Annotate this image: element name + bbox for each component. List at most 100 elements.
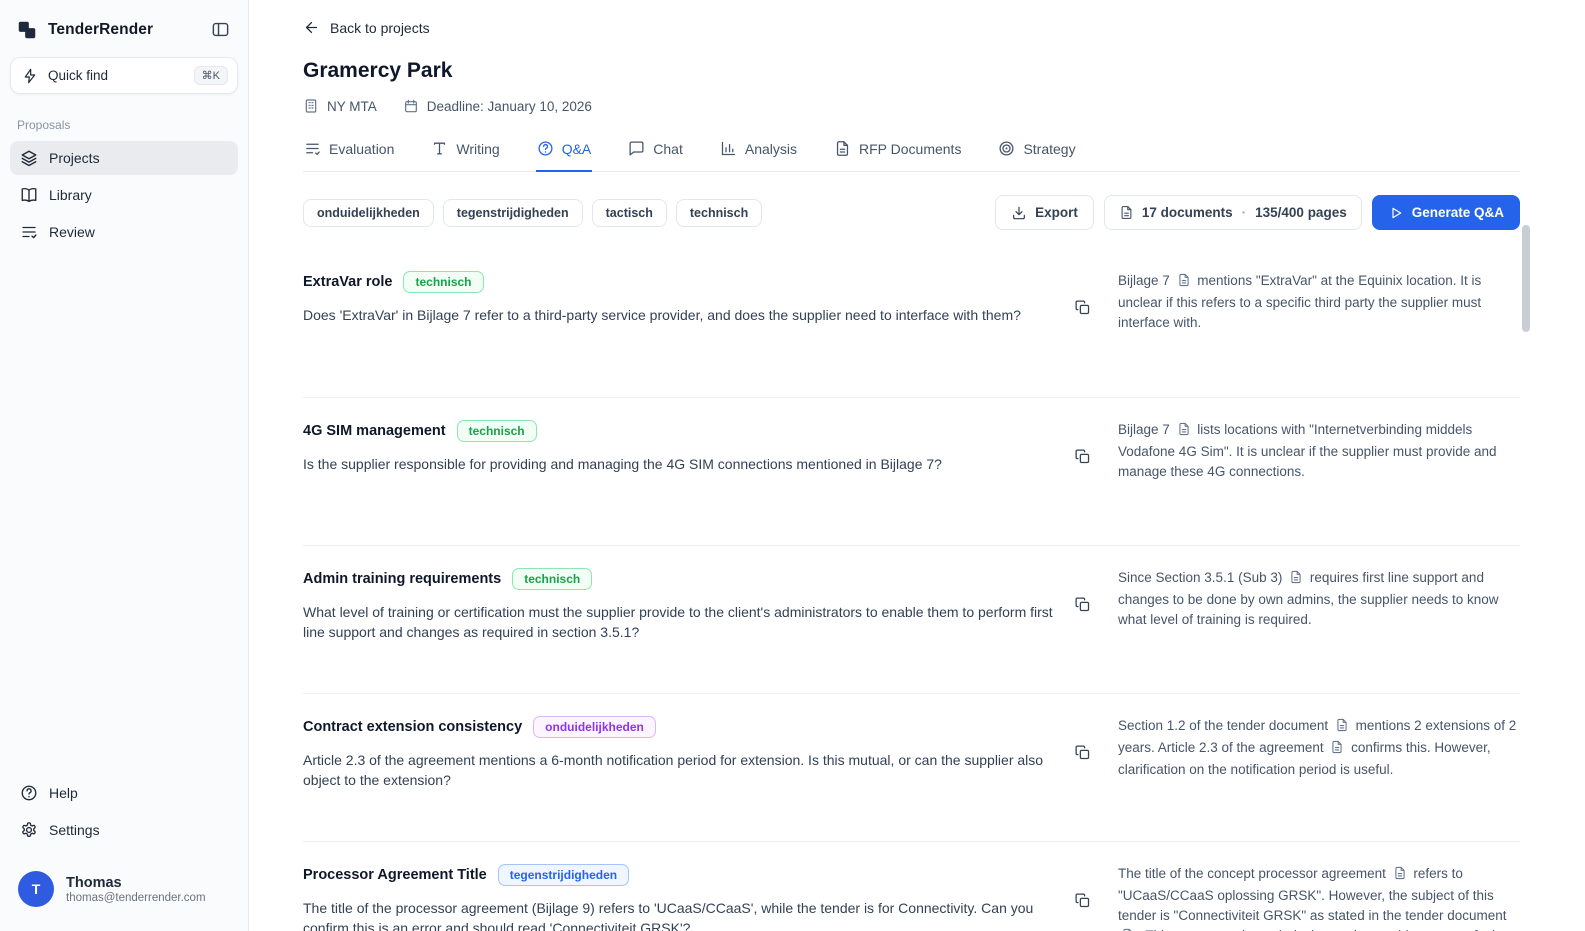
- sidebar-item-label: Projects: [49, 150, 100, 166]
- question-header: Processor Agreement Title tegenstrijdighe…: [303, 864, 1056, 886]
- back-to-projects-link[interactable]: Back to projects: [303, 19, 430, 36]
- tab-q-a[interactable]: Q&A: [536, 140, 593, 172]
- writing-tab-icon: [431, 140, 448, 157]
- tab-analysis[interactable]: Analysis: [719, 140, 798, 172]
- tab-writing[interactable]: Writing: [430, 140, 500, 172]
- copy-button[interactable]: [1070, 444, 1095, 472]
- copy-column: [1070, 568, 1118, 620]
- generate-qa-button[interactable]: Generate Q&A: [1372, 195, 1520, 230]
- tab-label: Chat: [653, 141, 683, 157]
- tab-rfp-documents[interactable]: RFP Documents: [833, 140, 962, 172]
- filter-chip-technisch[interactable]: technisch: [676, 199, 762, 227]
- category-badge: technisch: [457, 420, 537, 442]
- qa-row: Processor Agreement Title tegenstrijdighe…: [303, 841, 1520, 931]
- sidebar-item-library[interactable]: Library: [10, 178, 238, 212]
- copy-column: [1070, 716, 1118, 768]
- calendar-icon: [403, 98, 419, 114]
- copy-icon: [1074, 299, 1091, 316]
- pages-count: 135/400 pages: [1255, 205, 1347, 220]
- qa-row: 4G SIM management technisch Is the supplie…: [303, 397, 1520, 545]
- qa-row: Contract extension consistencyonduidelij…: [303, 693, 1520, 841]
- sidebar-collapse-button[interactable]: [209, 18, 232, 41]
- tab-bar: Evaluation Writing Q&A Chat Analysis RFP Docu…: [303, 140, 1520, 172]
- copy-column: [1070, 271, 1118, 323]
- answer-text: The title of the concept processor agree…: [1118, 864, 1520, 931]
- sidebar-item-projects[interactable]: Projects: [10, 141, 238, 175]
- filter-chips: onduidelijkheden tegenstrijdigheden tactis…: [303, 199, 762, 227]
- rfp-documents-tab-icon: [834, 140, 851, 157]
- tab-label: Evaluation: [329, 141, 394, 157]
- copy-icon: [1074, 448, 1091, 465]
- quick-find-shortcut: ⌘K: [194, 66, 228, 85]
- sidebar-header: TenderRender: [10, 14, 238, 57]
- strategy-tab-icon: [998, 140, 1015, 157]
- user-menu[interactable]: T Thomas thomas@tenderrender.com: [10, 867, 238, 911]
- document-icon: [1119, 205, 1134, 220]
- settings-icon: [20, 821, 38, 839]
- answer-text: Bijlage 7 mentions "ExtraVar" at the Equ…: [1118, 271, 1520, 333]
- scrollbar-thumb[interactable]: [1522, 225, 1530, 332]
- inline-document-icon: [1330, 740, 1344, 760]
- question-title: Contract extension consistency: [303, 719, 522, 735]
- tab-evaluation[interactable]: Evaluation: [303, 140, 395, 172]
- documents-pill[interactable]: 17 documents · 135/400 pages: [1104, 195, 1362, 230]
- export-label: Export: [1035, 205, 1078, 220]
- export-button[interactable]: Export: [995, 195, 1094, 230]
- copy-icon: [1074, 892, 1091, 909]
- sidebar: TenderRender Quick find ⌘K Proposals Pro…: [0, 0, 249, 931]
- app-root: TenderRender Quick find ⌘K Proposals Pro…: [0, 0, 1585, 931]
- qa-row: ExtraVar role technisch Does 'ExtraVar' in…: [303, 249, 1520, 397]
- question-text: Is the supplier responsible for providin…: [303, 455, 1056, 475]
- copy-button[interactable]: [1070, 888, 1095, 916]
- copy-icon: [1074, 596, 1091, 613]
- back-label: Back to projects: [330, 20, 430, 36]
- tab-chat[interactable]: Chat: [627, 140, 684, 172]
- filter-chip-tegenstrijdigheden[interactable]: tegenstrijdigheden: [443, 199, 583, 227]
- copy-button[interactable]: [1070, 295, 1095, 323]
- chat-tab-icon: [628, 140, 645, 157]
- documents-count: 17 documents: [1142, 205, 1233, 220]
- question-text: Does 'ExtraVar' in Bijlage 7 refer to a …: [303, 306, 1056, 326]
- sidebar-item-review[interactable]: Review: [10, 215, 238, 249]
- user-email: thomas@tenderrender.com: [66, 892, 206, 904]
- download-icon: [1011, 205, 1027, 221]
- filter-chip-onduidelijkheden[interactable]: onduidelijkheden: [303, 199, 434, 227]
- tab-strategy[interactable]: Strategy: [997, 140, 1076, 172]
- generate-qa-label: Generate Q&A: [1412, 205, 1504, 220]
- copy-button[interactable]: [1070, 592, 1095, 620]
- client-meta: NY MTA: [303, 98, 377, 114]
- question-text: Article 2.3 of the agreement mentions a …: [303, 751, 1056, 791]
- sidebar-section-label: Proposals: [17, 118, 231, 132]
- sidebar-item-label: Library: [49, 187, 92, 203]
- inline-document-icon: [1289, 570, 1303, 590]
- question-header: ExtraVar role technisch: [303, 271, 1056, 293]
- sidebar-item-label: Review: [49, 224, 95, 240]
- quick-find-button[interactable]: Quick find ⌘K: [10, 57, 238, 94]
- category-badge: tegenstrijdigheden: [498, 864, 629, 886]
- help-icon: [20, 784, 38, 802]
- inline-document-icon: [1393, 866, 1407, 886]
- qa-list: ExtraVar role technisch Does 'ExtraVar' in…: [303, 249, 1520, 931]
- answer-text: Bijlage 7 lists locations with "Internet…: [1118, 420, 1520, 482]
- app-logo-icon: [16, 19, 38, 41]
- copy-button[interactable]: [1070, 740, 1095, 768]
- sidebar-item-label: Help: [49, 785, 78, 801]
- question-title: 4G SIM management: [303, 423, 446, 439]
- arrow-left-icon: [303, 19, 320, 36]
- building-icon: [303, 98, 319, 114]
- question-title: Processor Agreement Title: [303, 867, 487, 883]
- sidebar-item-label: Settings: [49, 822, 100, 838]
- sidebar-item-help[interactable]: Help: [10, 776, 238, 810]
- deadline-text: Deadline: January 10, 2026: [427, 99, 592, 114]
- question-header: Contract extension consistencyonduidelij…: [303, 716, 1056, 738]
- qa-row: Admin training requirementstechnischWhat…: [303, 545, 1520, 693]
- app-title: TenderRender: [48, 21, 199, 39]
- tab-label: Strategy: [1023, 141, 1075, 157]
- filter-chip-tactisch[interactable]: tactisch: [592, 199, 667, 227]
- question-title: ExtraVar role: [303, 274, 392, 290]
- question-column: 4G SIM management technisch Is the supplie…: [303, 420, 1070, 475]
- separator-dot: ·: [1242, 205, 1247, 220]
- sidebar-item-settings[interactable]: Settings: [10, 813, 238, 847]
- main-content: Back to projects Gramercy Park NY MTA De…: [249, 0, 1585, 931]
- category-badge: technisch: [403, 271, 483, 293]
